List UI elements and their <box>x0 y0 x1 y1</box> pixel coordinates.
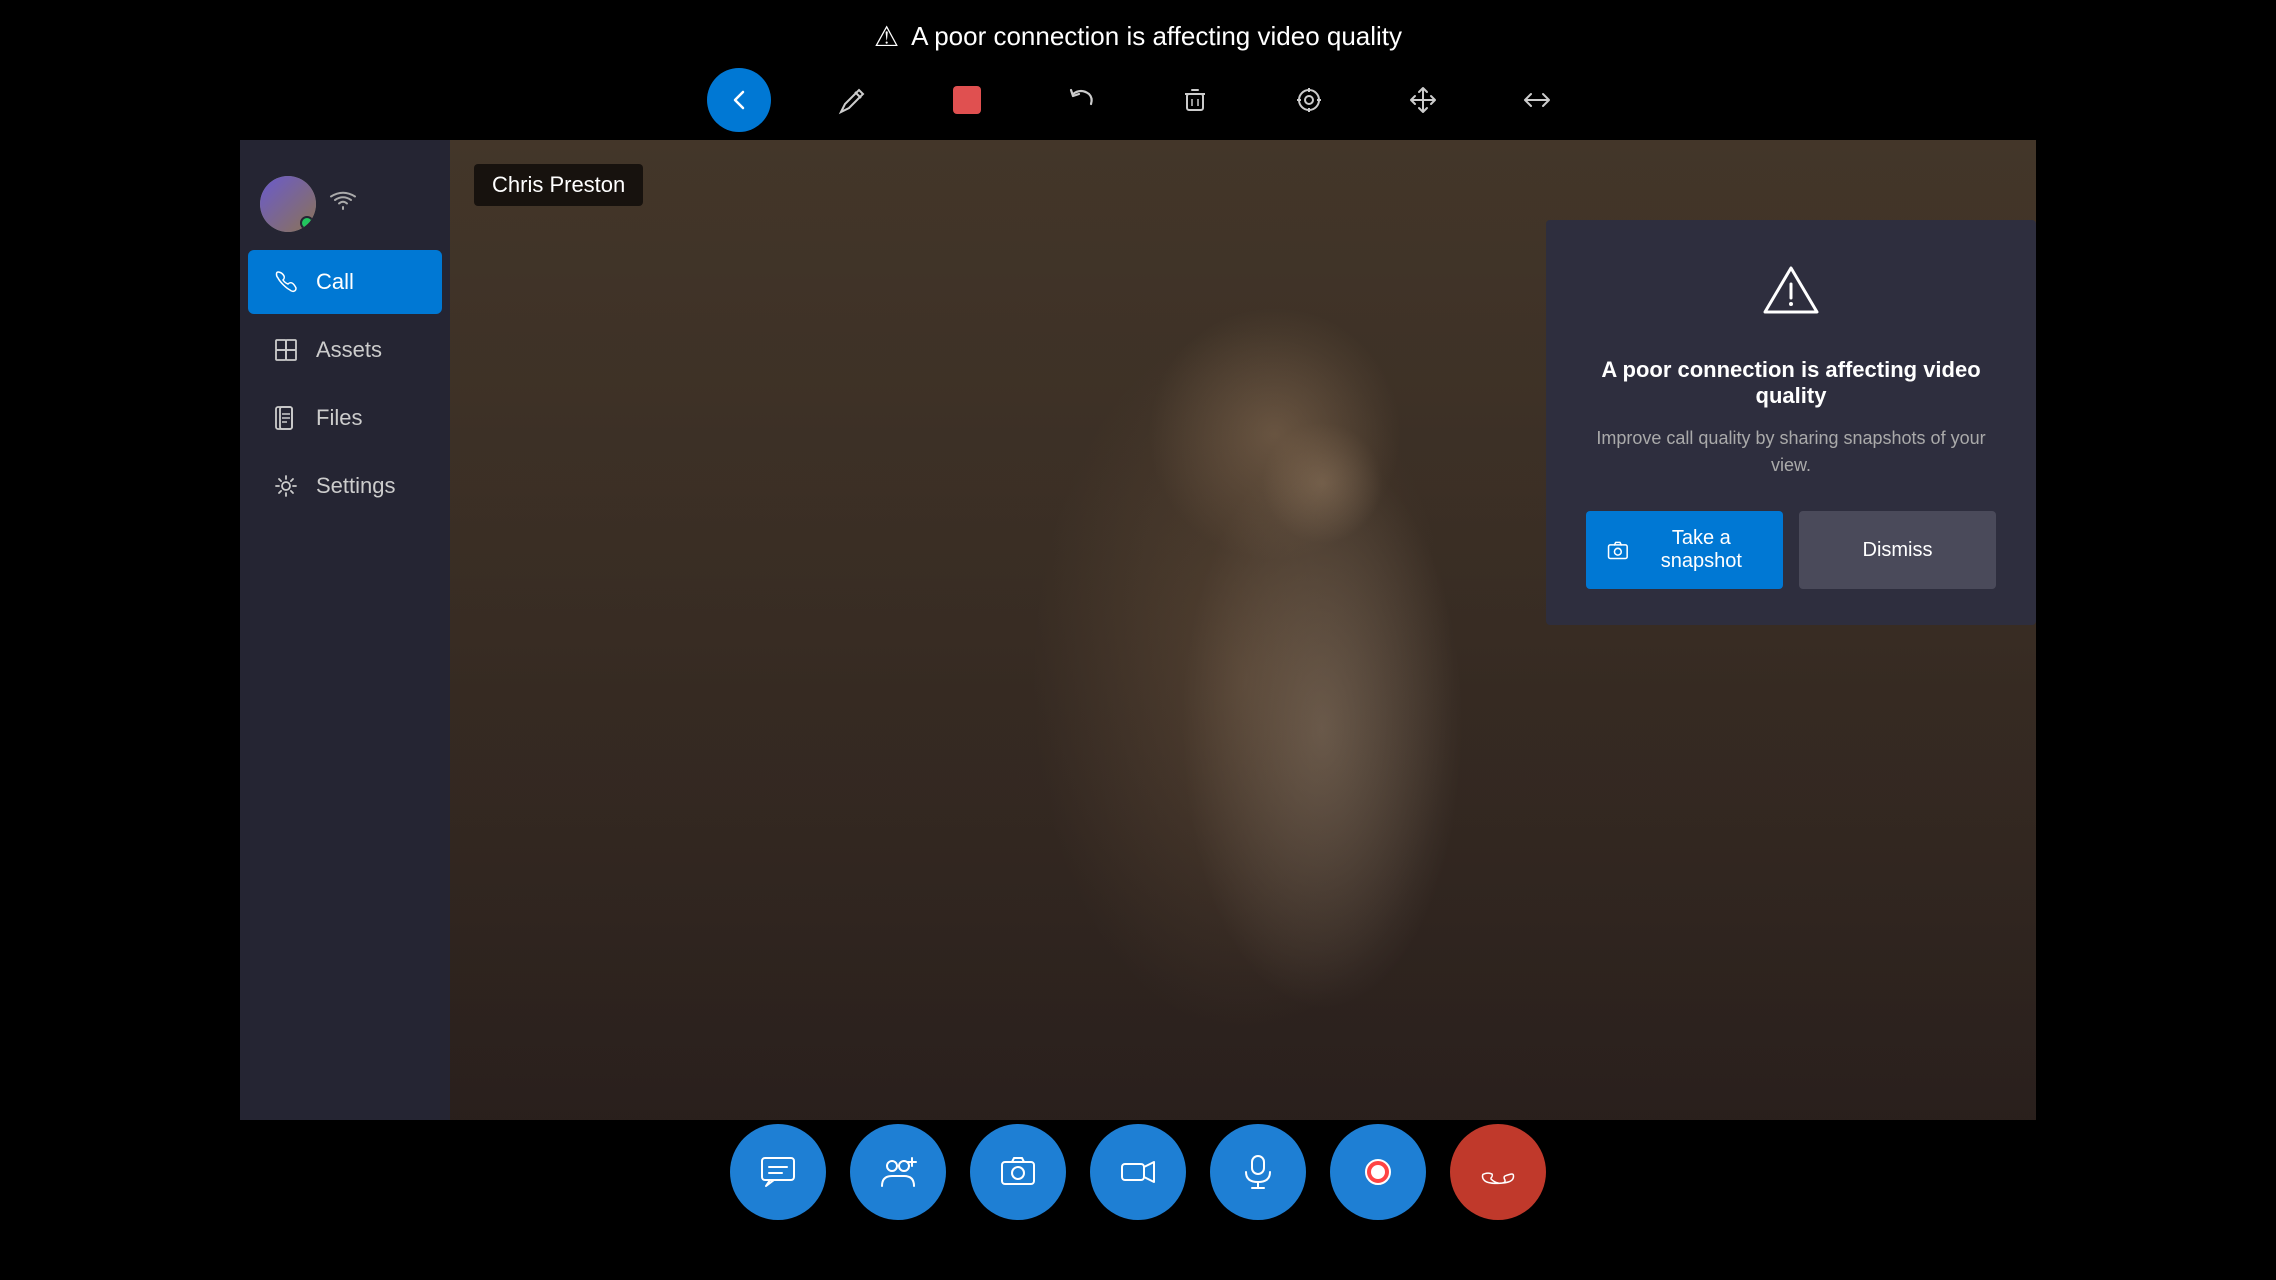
video-icon <box>1118 1152 1158 1192</box>
delete-button[interactable] <box>1163 68 1227 132</box>
sidebar-item-files[interactable]: Files <box>248 386 442 450</box>
dialog-warning-icon <box>1761 260 1821 333</box>
record-icon <box>1358 1152 1398 1192</box>
online-indicator <box>300 216 314 230</box>
snapshot-btn-icon <box>1606 536 1630 564</box>
caller-name-badge: Chris Preston <box>474 164 643 206</box>
sidebar-item-call-label: Call <box>316 269 354 295</box>
chat-icon <box>758 1152 798 1192</box>
take-snapshot-button[interactable]: Take a snapshot <box>1586 511 1783 589</box>
pencil-button[interactable] <box>821 68 885 132</box>
end-call-button[interactable] <box>1450 1124 1546 1220</box>
swap-button[interactable] <box>1505 68 1569 132</box>
move-icon <box>1407 84 1439 116</box>
dialog-subtitle: Improve call quality by sharing snapshot… <box>1586 425 1996 479</box>
call-icon <box>272 268 300 296</box>
swap-icon <box>1521 84 1553 116</box>
trash-icon <box>1179 84 1211 116</box>
take-snapshot-label: Take a snapshot <box>1640 527 1763 573</box>
dismiss-label: Dismiss <box>1863 539 1933 561</box>
sidebar: Call Assets Files <box>240 140 450 1120</box>
poor-connection-dialog: A poor connection is affecting video qua… <box>1546 220 2036 625</box>
settings-icon <box>272 472 300 500</box>
toolbar <box>0 60 2276 140</box>
stop-button[interactable] <box>935 68 999 132</box>
undo-button[interactable] <box>1049 68 1113 132</box>
video-button[interactable] <box>1090 1124 1186 1220</box>
sidebar-item-assets[interactable]: Assets <box>248 318 442 382</box>
bottom-controls <box>0 1124 2276 1220</box>
video-area: Chris Preston A poor connection is affec… <box>450 140 2036 1120</box>
top-warning-text: A poor connection is affecting video qua… <box>911 21 1402 52</box>
end-call-icon <box>1478 1152 1518 1192</box>
warning-icon: ⚠ <box>874 20 899 53</box>
wifi-icon <box>328 189 358 219</box>
snapshot-icon <box>998 1152 1038 1192</box>
back-icon <box>723 84 755 116</box>
assets-icon <box>272 336 300 364</box>
dialog-title: A poor connection is affecting video qua… <box>1586 357 1996 409</box>
pencil-icon <box>837 84 869 116</box>
target-button[interactable] <box>1277 68 1341 132</box>
sidebar-item-files-label: Files <box>316 405 362 431</box>
files-icon <box>272 404 300 432</box>
undo-icon <box>1065 84 1097 116</box>
stop-icon <box>953 86 981 114</box>
participants-icon <box>878 1152 918 1192</box>
snapshot-button[interactable] <box>970 1124 1066 1220</box>
mic-icon <box>1238 1152 1278 1192</box>
sidebar-item-assets-label: Assets <box>316 337 382 363</box>
avatar <box>260 176 316 232</box>
caller-name: Chris Preston <box>492 172 625 197</box>
sidebar-item-settings[interactable]: Settings <box>248 454 442 518</box>
move-button[interactable] <box>1391 68 1455 132</box>
participants-button[interactable] <box>850 1124 946 1220</box>
chat-button[interactable] <box>730 1124 826 1220</box>
mic-button[interactable] <box>1210 1124 1306 1220</box>
main-layout: Call Assets Files <box>240 140 2036 1120</box>
dialog-actions: Take a snapshot Dismiss <box>1586 511 1996 589</box>
dismiss-button[interactable]: Dismiss <box>1799 511 1996 589</box>
target-icon <box>1293 84 1325 116</box>
record-button[interactable] <box>1330 1124 1426 1220</box>
sidebar-item-call[interactable]: Call <box>248 250 442 314</box>
user-section <box>240 160 450 248</box>
sidebar-item-settings-label: Settings <box>316 473 396 499</box>
back-button[interactable] <box>707 68 771 132</box>
